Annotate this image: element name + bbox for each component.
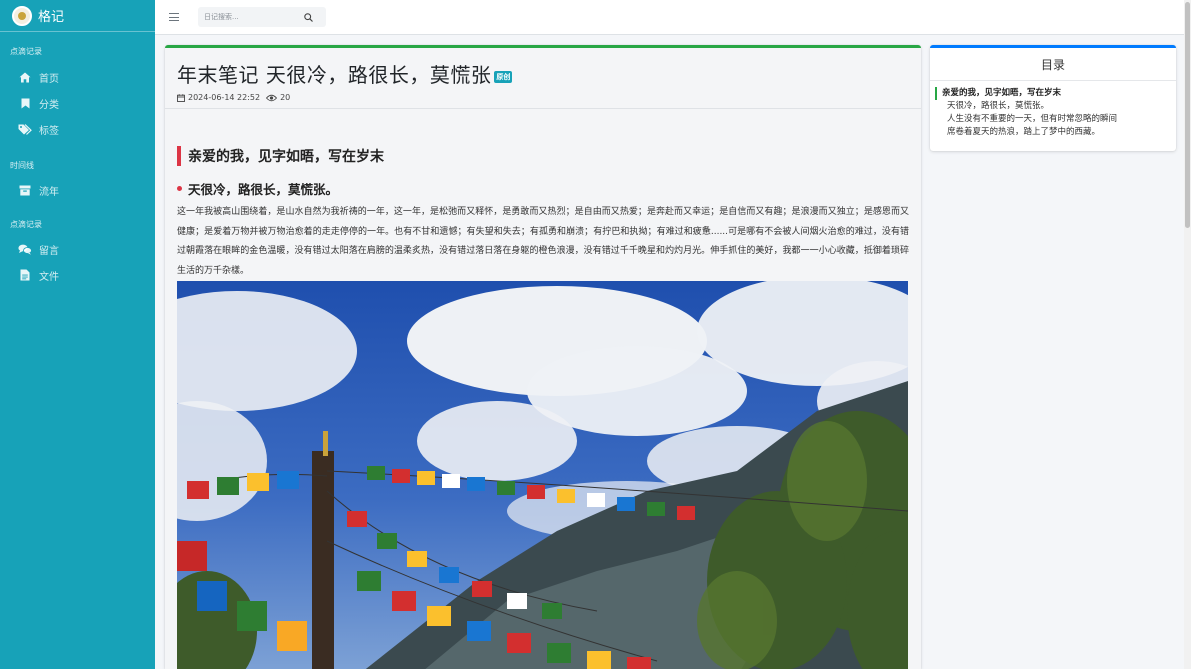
toc-item[interactable]: 天很冷，路很长，莫慌张。 — [930, 100, 1176, 113]
toc-item[interactable]: 席卷着夏天的热浪，踏上了梦中的西藏。 — [930, 126, 1176, 139]
toc-list: 亲爱的我，见字如晤，写在岁末 天很冷，路很长，莫慌张。 人生没有不重要的一天，但… — [930, 81, 1176, 139]
post-photo — [177, 281, 908, 669]
toc-item-active[interactable]: 亲爱的我，见字如晤，写在岁末 — [935, 87, 1176, 100]
section-heading: 亲爱的我，见字如晤，写在岁末 — [177, 146, 909, 166]
post-card: 年末笔记 天很冷，路很长，莫慌张 原创 2024-06-14 22:52 20 … — [165, 45, 921, 669]
post-body: 亲爱的我，见字如晤，写在岁末 天很冷，路很长，莫慌张。 这一年我被高山围绕着，是… — [165, 109, 921, 669]
eye-icon — [266, 94, 278, 102]
brand-logo — [12, 5, 32, 26]
post-title: 年末笔记 天很冷，路很长，莫慌张 — [177, 63, 492, 87]
post-views: 20 — [280, 93, 291, 102]
sidebar-item-label: 首页 — [39, 73, 59, 85]
search-input[interactable] — [198, 13, 298, 21]
nav-header-records-2: 点滴记录 — [10, 220, 42, 229]
tags-icon — [18, 123, 32, 135]
nav-header-timeline: 时间线 — [10, 161, 34, 170]
sidebar-item-label: 文件 — [39, 271, 59, 283]
post-header: 年末笔记 天很冷，路很长，莫慌张 原创 2024-06-14 22:52 20 — [165, 48, 921, 109]
sidebar: 格记 点滴记录 首页 分类 标签 时间线 流年 点滴记录 留言 文件 — [0, 0, 155, 669]
home-icon — [18, 72, 32, 83]
calendar-icon — [177, 93, 185, 102]
bookmark-icon — [18, 98, 32, 109]
sidebar-item-label: 流年 — [39, 186, 59, 198]
sidebar-item-tags[interactable]: 标签 — [0, 116, 155, 142]
sidebar-item-messages[interactable]: 留言 — [0, 236, 155, 262]
original-badge: 原创 — [494, 70, 513, 83]
top-navbar — [155, 0, 1191, 35]
brand-link[interactable]: 格记 — [0, 0, 155, 32]
page-scrollbar[interactable] — [1184, 0, 1191, 669]
sidebar-item-archive[interactable]: 流年 — [0, 177, 155, 203]
sidebar-item-label: 分类 — [39, 99, 59, 111]
scrollbar-thumb[interactable] — [1185, 2, 1190, 228]
bullet-dot — [177, 186, 182, 191]
post-date: 2024-06-14 22:52 — [188, 93, 261, 102]
menu-toggle-icon[interactable] — [169, 13, 179, 21]
archive-icon — [18, 185, 32, 196]
subsection-heading-text: 天很冷，路很长，莫慌张。 — [188, 182, 339, 197]
toc-card: 目录 亲爱的我，见字如晤，写在岁末 天很冷，路很长，莫慌张。 人生没有不重要的一… — [930, 45, 1176, 151]
brand-name: 格记 — [38, 10, 65, 25]
file-icon — [18, 269, 32, 281]
post-meta: 2024-06-14 22:52 20 — [177, 93, 921, 102]
post-paragraph: 这一年我被高山围绕着，是山水自然为我祈祷的一年，这一年，是松弛而又释怀，是勇敢而… — [177, 207, 909, 276]
search-box — [198, 7, 326, 27]
sidebar-item-home[interactable]: 首页 — [0, 64, 155, 90]
sidebar-item-label: 标签 — [39, 125, 59, 137]
toc-item[interactable]: 人生没有不重要的一天，但有时常忽略的瞬间 — [930, 113, 1176, 126]
sidebar-item-label: 留言 — [39, 245, 59, 257]
subsection-heading: 天很冷，路很长，莫慌张。 — [177, 179, 909, 198]
search-icon[interactable] — [298, 7, 318, 27]
sidebar-item-category[interactable]: 分类 — [0, 90, 155, 116]
sidebar-item-files[interactable]: 文件 — [0, 262, 155, 288]
nav-header-records: 点滴记录 — [10, 47, 42, 56]
comments-icon — [18, 244, 32, 255]
toc-title: 目录 — [930, 48, 1176, 81]
